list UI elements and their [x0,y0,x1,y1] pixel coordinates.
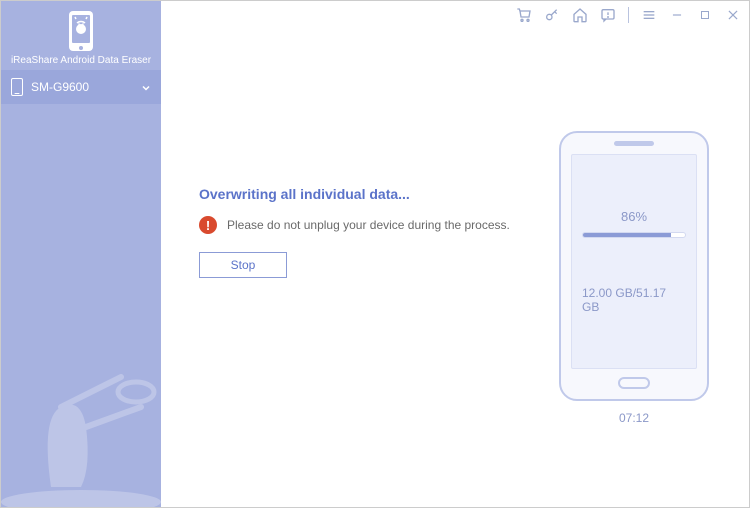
feedback-icon[interactable] [600,7,616,23]
elapsed-time: 07:12 [619,411,649,425]
device-preview-panel: 86% 12.00 GB/51.17 GB 07:12 [539,41,729,487]
status-title: Overwriting all individual data... [199,186,539,202]
warning-text: Please do not unplug your device during … [227,218,510,232]
maximize-icon[interactable] [697,7,713,23]
chevron-down-icon [141,82,151,92]
phone-speaker [614,141,654,146]
phone-home-button [618,377,650,389]
phone-frame: 86% 12.00 GB/51.17 GB [559,131,709,401]
key-icon[interactable] [544,7,560,23]
warning-row: ! Please do not unplug your device durin… [199,216,539,234]
app-logo-icon [63,9,99,53]
close-icon[interactable] [725,7,741,23]
phone-screen: 86% 12.00 GB/51.17 GB [571,154,697,369]
app-logo-block: iReaShare Android Data Eraser [1,1,161,70]
app-window: iReaShare Android Data Eraser SM-G9600 [0,0,750,508]
warning-icon: ! [199,216,217,234]
storage-label: 12.00 GB/51.17 GB [582,286,686,314]
stop-button[interactable]: Stop [199,252,287,278]
sidebar: iReaShare Android Data Eraser SM-G9600 [1,1,161,507]
minimize-icon[interactable] [669,7,685,23]
app-title: iReaShare Android Data Eraser [9,55,153,66]
main-content: Overwriting all individual data... ! Ple… [161,1,749,507]
menu-icon[interactable] [641,7,657,23]
sidebar-illustration [1,337,161,507]
titlebar [161,1,749,29]
progress-fill [583,233,671,237]
device-name: SM-G9600 [31,80,89,94]
phone-icon [11,78,23,96]
progress-bar [582,232,686,238]
device-selector[interactable]: SM-G9600 [1,70,161,104]
cart-icon[interactable] [516,7,532,23]
progress-percent: 86% [621,209,647,224]
status-panel: Overwriting all individual data... ! Ple… [181,41,539,487]
titlebar-divider [628,7,629,23]
home-icon[interactable] [572,7,588,23]
